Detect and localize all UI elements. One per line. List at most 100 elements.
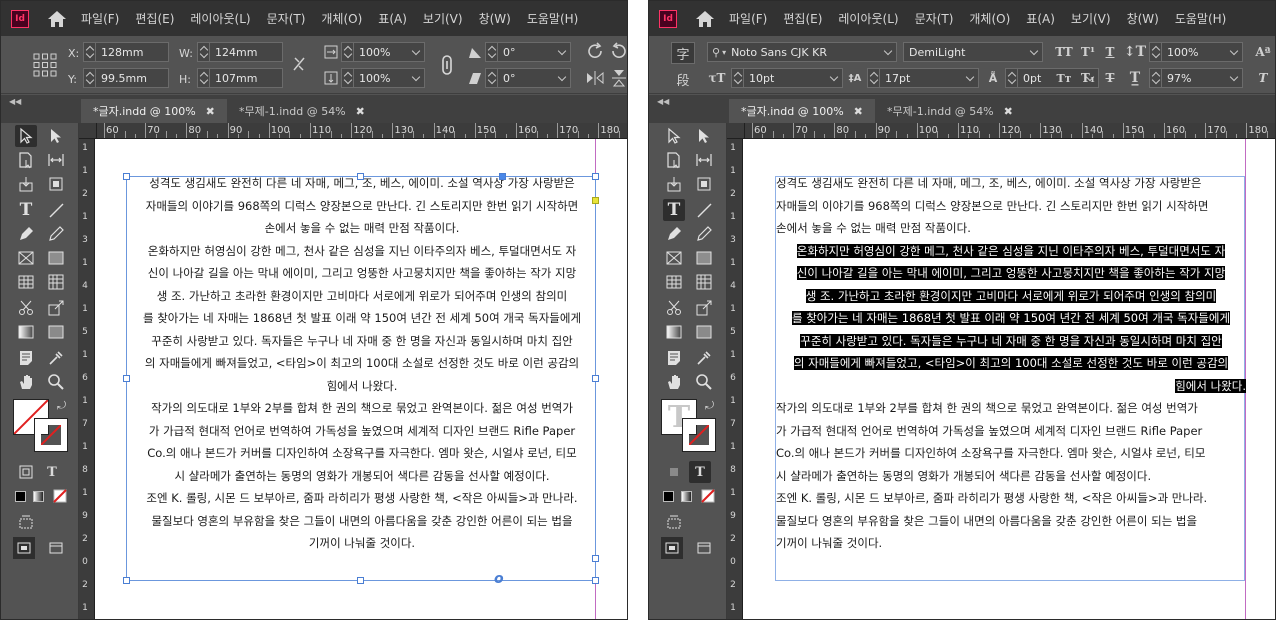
formatting-text-icon[interactable]: T	[41, 461, 63, 483]
pen-tool-icon[interactable]	[663, 223, 685, 245]
apply-gradient-icon[interactable]	[675, 485, 697, 507]
superscript-icon[interactable]: T¹	[1079, 43, 1097, 61]
page-tool-icon[interactable]	[663, 149, 685, 171]
zoom-tool-icon[interactable]	[45, 371, 67, 393]
menu-table[interactable]: 표(A)	[1026, 10, 1055, 27]
menu-window[interactable]: 창(W)	[1127, 10, 1159, 27]
table-tool-icon[interactable]	[663, 271, 685, 293]
formatting-container-icon[interactable]	[663, 461, 685, 483]
hand-tool-icon[interactable]	[15, 371, 37, 393]
frame-grid-icon[interactable]	[663, 511, 685, 533]
rotate-field[interactable]: 0°	[485, 42, 571, 62]
resize-handle-s[interactable]	[357, 577, 364, 584]
gradient-feather-tool-icon[interactable]	[45, 321, 67, 343]
formatting-container-icon[interactable]	[15, 461, 37, 483]
fill-stroke-icon[interactable]: ⤾	[13, 399, 71, 452]
collapse-panel-icon[interactable]: ◀◀	[657, 97, 669, 106]
free-transform-tool-icon[interactable]	[693, 297, 715, 319]
font-style-field[interactable]: DemiLight	[903, 42, 1043, 62]
collapse-panel-icon[interactable]: ◀◀	[9, 97, 21, 106]
small-caps-icon[interactable]: Tт	[1053, 69, 1075, 87]
constrain-proportions-icon[interactable]	[291, 54, 307, 74]
zoom-tool-icon[interactable]	[693, 371, 715, 393]
preview-mode-icon[interactable]	[45, 537, 67, 559]
content-collector-tool-icon[interactable]	[663, 173, 685, 195]
ruler-origin[interactable]	[727, 123, 745, 139]
scale-x-field[interactable]: 100%	[341, 42, 425, 62]
paragraph-2-selected[interactable]: 온화하지만 허영심이 강한 메그, 천사 같은 심성을 지닌 이타주의자 베스,…	[776, 240, 1246, 398]
rotate-counterclockwise-icon[interactable]	[609, 41, 627, 61]
pencil-tool-icon[interactable]	[45, 223, 67, 245]
in-port-handle[interactable]	[499, 173, 506, 180]
direct-selection-tool-icon[interactable]	[693, 125, 715, 147]
menu-object[interactable]: 개체(O)	[969, 10, 1010, 27]
rotate-clockwise-icon[interactable]	[585, 41, 605, 61]
menu-layout[interactable]: 레이아웃(L)	[190, 10, 250, 27]
rectangle-tool-icon[interactable]	[693, 247, 715, 269]
page-tool-icon[interactable]	[15, 149, 37, 171]
note-tool-icon[interactable]	[15, 347, 37, 369]
resize-handle-w[interactable]	[123, 375, 130, 382]
resize-handle-ne[interactable]	[592, 173, 599, 180]
tab-document-active[interactable]: *글자.indd @ 100% ✖	[729, 99, 875, 123]
resize-handle-se[interactable]	[592, 577, 599, 584]
menu-edit[interactable]: 편집(E)	[135, 10, 174, 27]
menu-layout[interactable]: 레이아웃(L)	[838, 10, 898, 27]
menu-type[interactable]: 문자(T)	[915, 10, 954, 27]
font-size-field[interactable]: 10pt	[731, 68, 843, 88]
menu-edit[interactable]: 편집(E)	[783, 10, 822, 27]
preview-mode-icon[interactable]	[693, 537, 715, 559]
tab-document-active[interactable]: *글자.indd @ 100% ✖	[81, 99, 227, 123]
type-tool-icon[interactable]: T	[663, 199, 685, 221]
eyedropper-tool-icon[interactable]	[45, 347, 67, 369]
hand-tool-icon[interactable]	[663, 371, 685, 393]
eyedropper-tool-icon[interactable]	[693, 347, 715, 369]
underline-icon[interactable]: T	[1101, 43, 1119, 61]
scissors-tool-icon[interactable]	[663, 297, 685, 319]
type-tool-icon[interactable]: T	[15, 199, 37, 221]
out-port-handle[interactable]	[592, 555, 599, 562]
content-placer-icon[interactable]	[693, 173, 715, 195]
apply-none-icon[interactable]	[697, 485, 719, 507]
scissors-tool-icon[interactable]	[15, 297, 37, 319]
frame-grid-icon[interactable]	[15, 511, 37, 533]
rectangle-tool-icon[interactable]	[45, 247, 67, 269]
table-tool-icon[interactable]	[15, 271, 37, 293]
leading-field[interactable]: 17pt	[867, 68, 979, 88]
content-collector-tool-icon[interactable]	[15, 173, 37, 195]
chain-link-icon[interactable]	[439, 54, 455, 76]
menu-object[interactable]: 개체(O)	[321, 10, 362, 27]
line-tool-icon[interactable]	[45, 199, 67, 221]
apply-gradient-icon[interactable]	[27, 485, 49, 507]
normal-view-mode-icon[interactable]	[661, 537, 683, 559]
close-icon[interactable]: ✖	[1004, 105, 1013, 118]
menu-table[interactable]: 표(A)	[378, 10, 407, 27]
rectangle-frame-tool-icon[interactable]	[15, 247, 37, 269]
fill-stroke-icon[interactable]: T ⤾	[661, 399, 719, 452]
all-caps-icon[interactable]: TT	[1053, 43, 1075, 61]
note-tool-icon[interactable]	[663, 347, 685, 369]
subscript-icon[interactable]: T₁	[1079, 69, 1097, 87]
menu-type[interactable]: 문자(T)	[267, 10, 306, 27]
corner-options-handle[interactable]	[592, 197, 599, 204]
content-placer-icon[interactable]	[45, 173, 67, 195]
menu-help[interactable]: 도움말(H)	[527, 10, 579, 27]
vertical-scale-field[interactable]: 100%	[1149, 42, 1243, 62]
selection-tool-icon[interactable]	[15, 125, 37, 147]
resize-handle-e[interactable]	[592, 375, 599, 382]
strikethrough-icon[interactable]: T	[1101, 69, 1119, 87]
menu-file[interactable]: 파일(F)	[729, 10, 767, 27]
free-transform-tool-icon[interactable]	[45, 297, 67, 319]
home-icon[interactable]	[695, 10, 715, 28]
paragraph-formatting-button[interactable]: 段	[671, 68, 695, 90]
tab-document-inactive[interactable]: *무제-1.indd @ 54% ✖	[875, 99, 1025, 123]
home-icon[interactable]	[47, 10, 67, 28]
resize-handle-nw[interactable]	[123, 173, 130, 180]
selection-tool-icon[interactable]	[663, 125, 685, 147]
h-field[interactable]: 107mm	[197, 68, 283, 88]
formatting-text-icon[interactable]: T	[689, 461, 711, 483]
text-frame[interactable]: 성격도 생김새도 완전히 다른 네 자매, 메그, 조, 베스, 에이미. 소설…	[776, 172, 1246, 555]
menu-window[interactable]: 창(W)	[479, 10, 511, 27]
character-formatting-button[interactable]: 字	[671, 42, 695, 64]
rectangle-frame-tool-icon[interactable]	[663, 247, 685, 269]
